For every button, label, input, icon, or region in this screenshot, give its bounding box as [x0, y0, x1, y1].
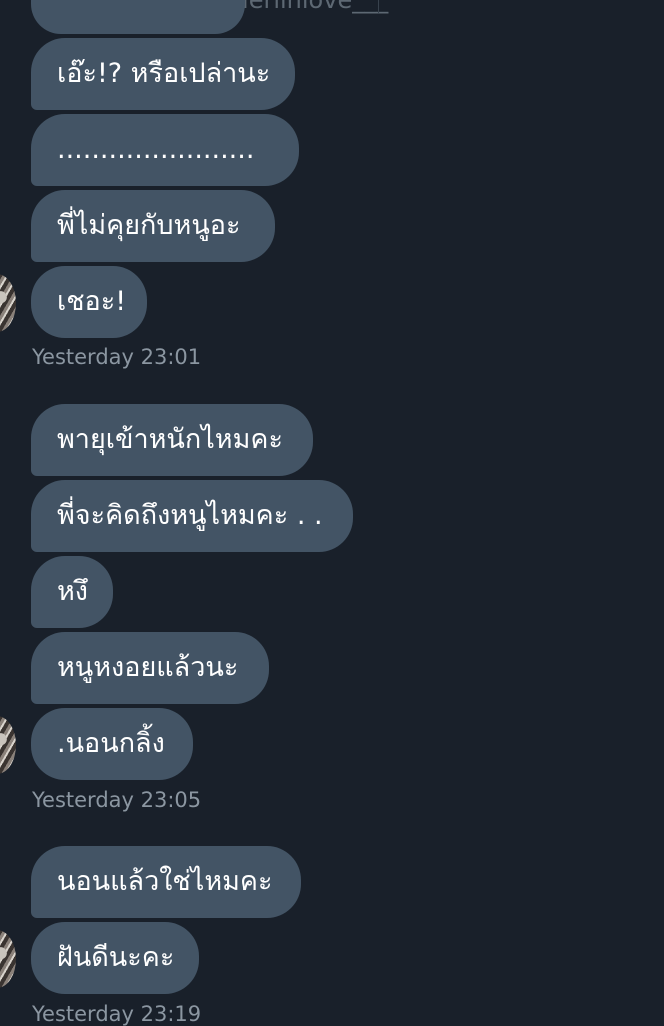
- message-timestamp: Yesterday 23:01: [32, 345, 202, 369]
- message-bubble[interactable]: นอนแล้วใช่ไหมคะ: [31, 846, 301, 918]
- message-bubble[interactable]: หงึ: [31, 556, 113, 628]
- message-text: หนูหงอยแล้วนะ: [57, 652, 239, 683]
- message-bubble[interactable]: พี่ไม่คุยกับหนูอะ: [31, 190, 275, 262]
- header-divider: [378, 0, 379, 14]
- message-text: .นอนกลิ้ง: [57, 728, 165, 759]
- message-text: พี่จะคิดถึงหนูไหมคะ . .: [57, 500, 323, 531]
- avatar[interactable]: [0, 716, 16, 774]
- message-timestamp: Yesterday 23:05: [32, 788, 202, 812]
- avatar[interactable]: [0, 930, 16, 988]
- message-text: พายุเข้าหนักไหมคะ: [57, 424, 283, 455]
- message-bubble[interactable]: .นอนกลิ้ง: [31, 708, 193, 780]
- message-text: พี่ไม่คุยกับหนูอะ: [57, 210, 241, 241]
- message-bubble-partial: [31, 0, 245, 34]
- message-bubble[interactable]: .......................: [31, 114, 299, 186]
- message-text: เอ๊ะ!? หรือเปล่านะ: [57, 58, 271, 89]
- message-bubble[interactable]: พี่จะคิดถึงหนูไหมคะ . .: [31, 480, 353, 552]
- avatar[interactable]: [0, 274, 16, 332]
- message-text: ฝันดีนะคะ: [57, 942, 175, 973]
- message-text: หงึ: [57, 576, 88, 607]
- message-timestamp: Yesterday 23:19: [32, 1002, 202, 1026]
- message-bubble[interactable]: ฝันดีนะคะ: [31, 922, 199, 994]
- message-bubble[interactable]: พายุเข้าหนักไหมคะ: [31, 404, 313, 476]
- message-bubble[interactable]: เอ๊ะ!? หรือเปล่านะ: [31, 38, 295, 110]
- message-bubble[interactable]: เชอะ!: [31, 266, 147, 338]
- message-bubble[interactable]: หนูหงอยแล้วนะ: [31, 632, 269, 704]
- message-text: เชอะ!: [57, 286, 127, 317]
- message-text: นอนแล้วใช่ไหมคะ: [57, 866, 273, 897]
- message-text: .......................: [57, 134, 255, 165]
